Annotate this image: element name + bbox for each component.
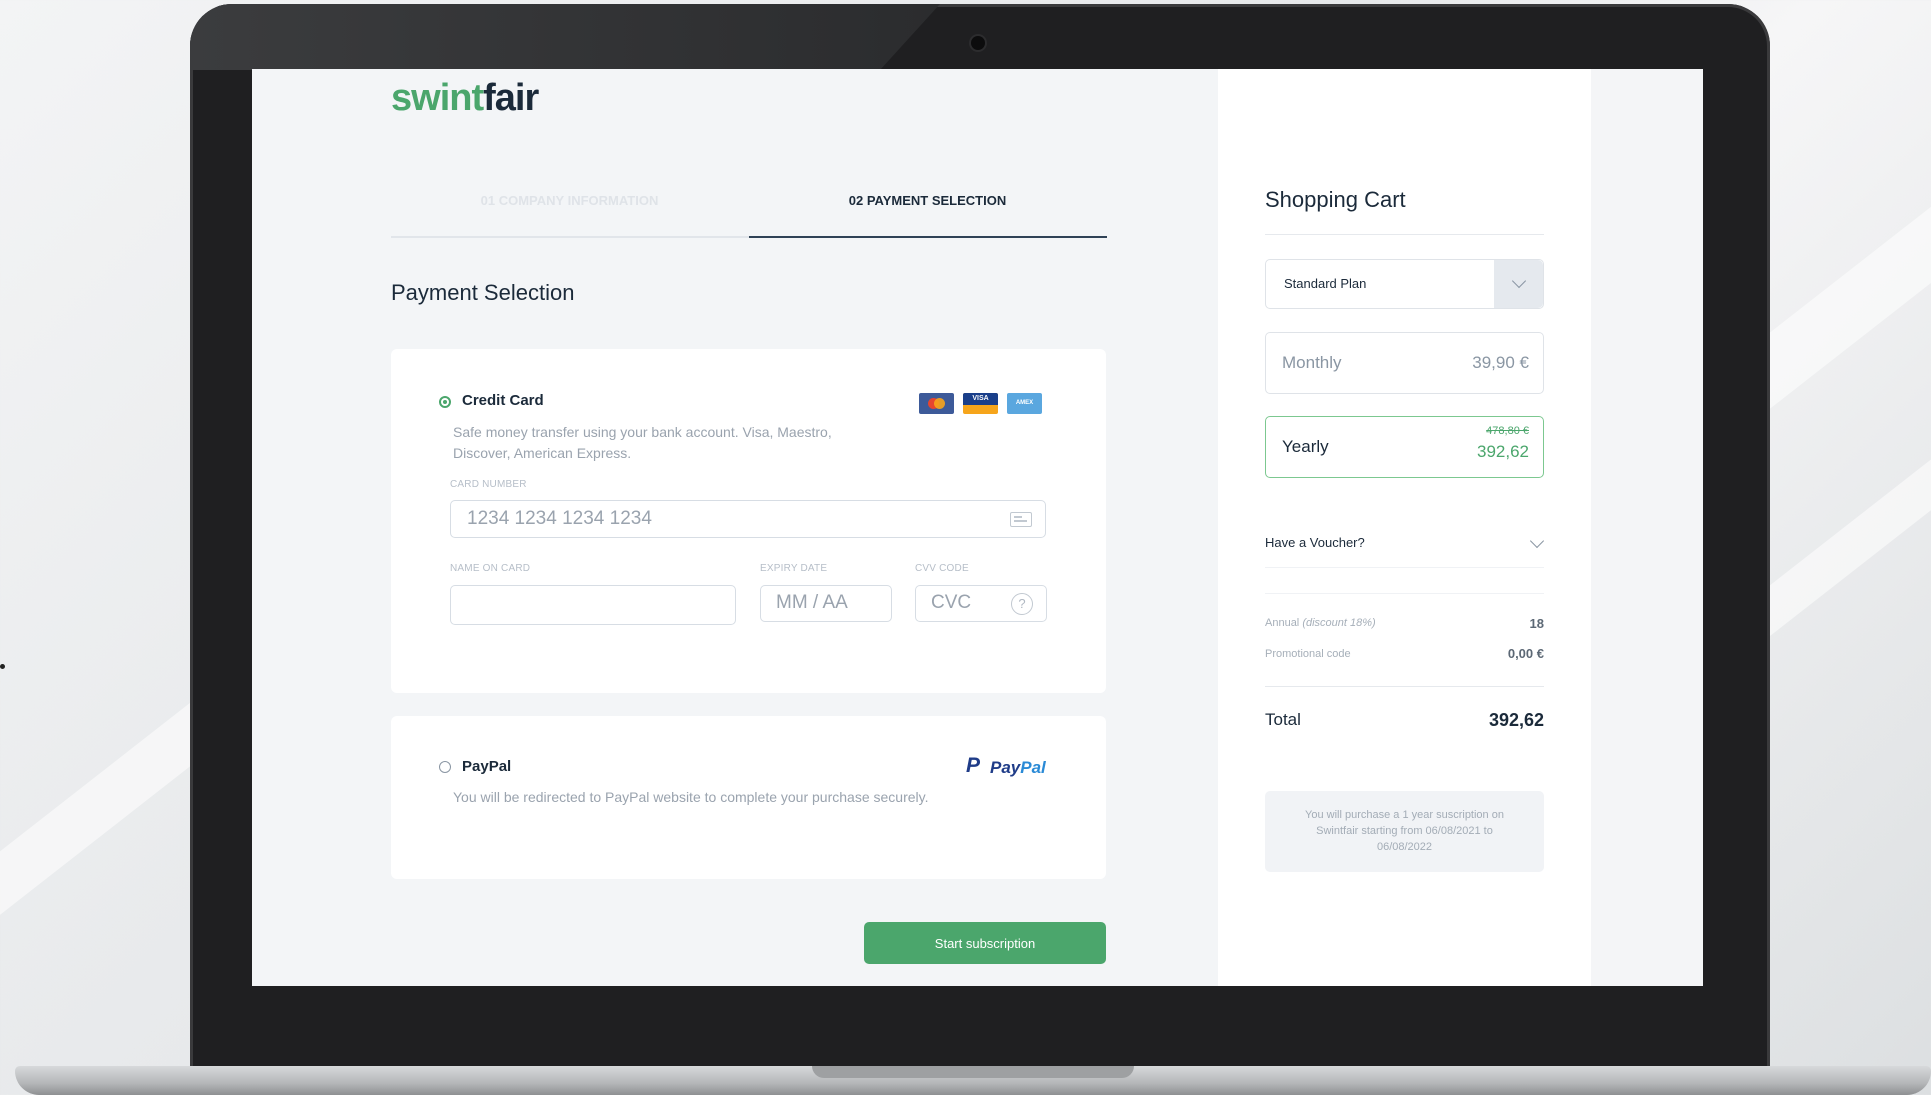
annual-discount: (discount 18%) bbox=[1302, 617, 1376, 629]
page-title: Payment Selection bbox=[391, 280, 575, 305]
credit-card-radio[interactable] bbox=[439, 396, 451, 408]
app-screen: swintfair 01 COMPANY INFORMATION 02 PAYM… bbox=[252, 69, 1703, 986]
paypal-title: PayPal bbox=[462, 758, 512, 775]
name-on-card-label: NAME ON CARD bbox=[450, 563, 531, 574]
logo-part-fair: fair bbox=[483, 77, 539, 119]
mastercard-icon bbox=[919, 393, 954, 414]
right-gutter bbox=[1591, 69, 1703, 986]
plan-yearly-option[interactable]: Yearly 478,80 € 392,62 bbox=[1265, 416, 1544, 478]
visa-icon: VISA bbox=[963, 393, 998, 414]
card-number-input[interactable]: 1234 1234 1234 1234 bbox=[450, 500, 1046, 538]
logo-part-swint: swint bbox=[391, 77, 484, 119]
total-value: 392,62 bbox=[1488, 710, 1544, 730]
promo-code-value: 0,00 € bbox=[1507, 646, 1544, 661]
yearly-price: 392,62 bbox=[1477, 442, 1529, 461]
swintfair-logo[interactable]: swintfair bbox=[391, 77, 539, 120]
cvv-code-input[interactable]: CVC ? bbox=[915, 585, 1047, 622]
cart-divider bbox=[1265, 593, 1544, 594]
credit-card-title: Credit Card bbox=[462, 392, 544, 409]
card-icon bbox=[1010, 512, 1032, 527]
annual-label: Annual (discount 18%) bbox=[1265, 617, 1376, 629]
laptop-notch bbox=[812, 1066, 1134, 1078]
paypal-option[interactable]: PayPal P PayPal You will be redirected t… bbox=[391, 716, 1106, 879]
cart-title: Shopping Cart bbox=[1265, 187, 1406, 212]
tab-company-information[interactable]: 01 COMPANY INFORMATION bbox=[391, 193, 748, 208]
subscription-note: You will purchase a 1 year suscription o… bbox=[1265, 791, 1544, 872]
visa-text: VISA bbox=[963, 393, 998, 405]
annual-value: 18 bbox=[1529, 616, 1544, 631]
annual-label-text: Annual bbox=[1265, 617, 1300, 629]
amex-icon: AMEX bbox=[1007, 393, 1042, 414]
paypal-description: You will be redirected to PayPal website… bbox=[453, 789, 929, 805]
help-icon[interactable]: ? bbox=[1011, 593, 1033, 615]
start-subscription-button[interactable]: Start subscription bbox=[864, 922, 1106, 964]
promo-code-label: Promotional code bbox=[1265, 648, 1351, 660]
cvv-placeholder: CVC bbox=[931, 592, 972, 613]
paypal-logo-pal: Pal bbox=[1020, 758, 1046, 777]
cart-divider bbox=[1265, 234, 1544, 235]
yearly-label: Yearly bbox=[1282, 437, 1329, 456]
step-divider bbox=[391, 236, 749, 238]
cvv-code-label: CVV CODE bbox=[915, 563, 969, 574]
plan-select-value: Standard Plan bbox=[1284, 276, 1367, 291]
plan-select[interactable]: Standard Plan bbox=[1265, 259, 1544, 309]
name-on-card-input[interactable] bbox=[450, 585, 736, 625]
monthly-price: 39,90 € bbox=[1472, 353, 1529, 372]
plan-monthly-option[interactable]: Monthly 39,90 € bbox=[1265, 332, 1544, 394]
webcam-icon bbox=[971, 36, 985, 50]
expiry-date-label: EXPIRY DATE bbox=[760, 563, 828, 574]
monthly-label: Monthly bbox=[1282, 353, 1342, 372]
credit-card-option[interactable]: Credit Card VISA AMEX Safe money transfe… bbox=[391, 349, 1106, 693]
checkout-main: swintfair 01 COMPANY INFORMATION 02 PAYM… bbox=[252, 69, 1218, 986]
chevron-down-icon bbox=[1511, 273, 1527, 289]
card-number-placeholder: 1234 1234 1234 1234 bbox=[467, 508, 652, 529]
paypal-logo: PayPal bbox=[990, 758, 1046, 778]
credit-card-description: Safe money transfer using your bank acco… bbox=[453, 424, 832, 461]
paypal-logo-icon: P bbox=[966, 754, 981, 777]
step-active-indicator bbox=[749, 236, 1107, 238]
chevron-down-icon[interactable] bbox=[1529, 533, 1545, 549]
paypal-logo-pay: Pay bbox=[990, 758, 1021, 777]
lid-reflection bbox=[190, 4, 940, 70]
voucher-toggle[interactable]: Have a Voucher? bbox=[1265, 535, 1365, 550]
plan-select-toggle[interactable] bbox=[1494, 260, 1543, 308]
bullet-dot bbox=[0, 664, 5, 669]
shopping-cart-panel: Shopping Cart Standard Plan Monthly 39,9… bbox=[1218, 69, 1591, 986]
expiry-date-input[interactable]: MM / AA bbox=[760, 585, 892, 622]
cart-divider bbox=[1265, 686, 1544, 687]
yearly-old-price: 478,80 € bbox=[1486, 425, 1529, 437]
expiry-date-placeholder: MM / AA bbox=[776, 592, 848, 613]
paypal-radio[interactable] bbox=[439, 761, 451, 773]
tab-payment-selection[interactable]: 02 PAYMENT SELECTION bbox=[749, 193, 1106, 208]
card-number-label: CARD NUMBER bbox=[450, 479, 527, 490]
total-label: Total bbox=[1265, 710, 1301, 729]
cart-divider bbox=[1265, 567, 1544, 568]
